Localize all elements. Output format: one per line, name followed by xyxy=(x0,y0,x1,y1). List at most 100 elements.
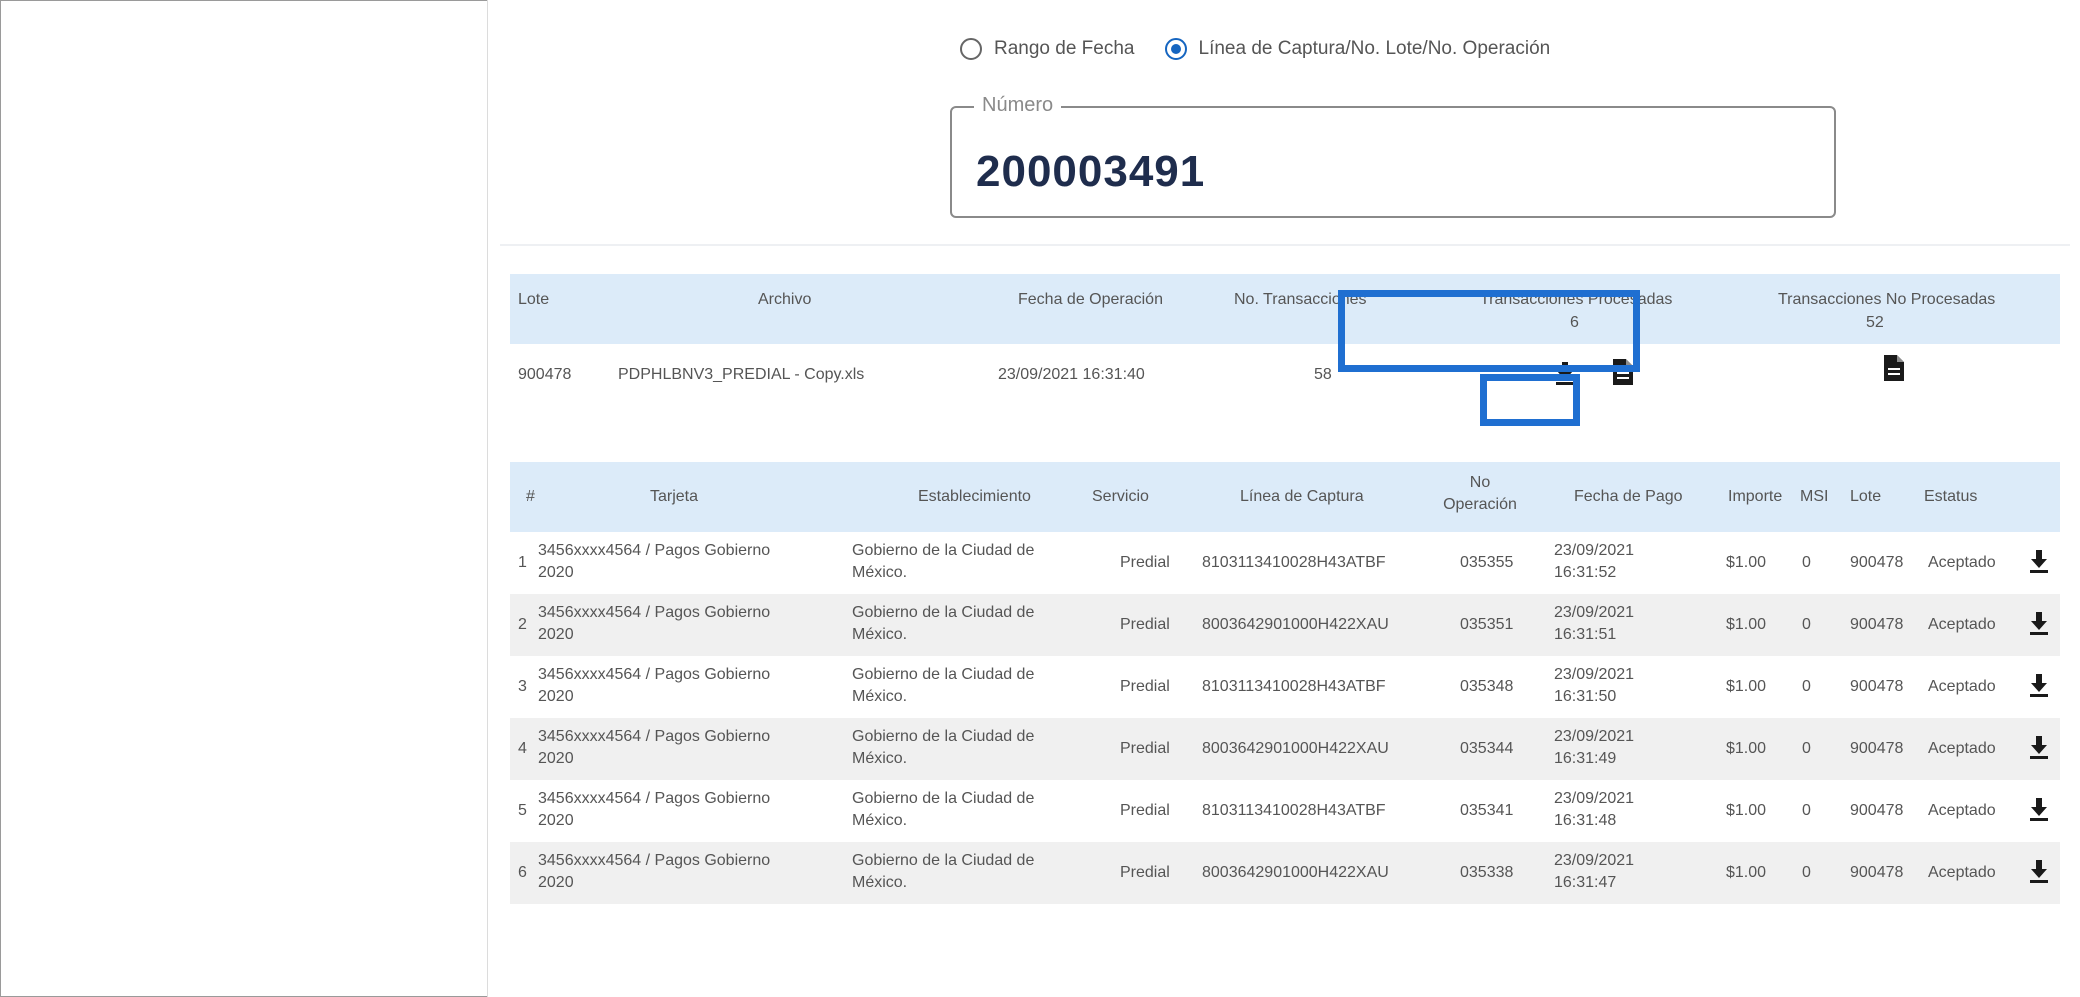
col-header-establecimiento: Establecimiento xyxy=(918,488,1031,505)
lote-cell: 900478 xyxy=(1850,802,1904,819)
radio-capture-line-label: Línea de Captura/No. Lote/No. Operación xyxy=(1198,38,1551,59)
col-header-archivo: Archivo xyxy=(758,291,812,308)
tarjeta-cell: 3456xxxx4564 / Pagos Gobierno 2020 xyxy=(538,728,771,767)
number-input[interactable] xyxy=(974,146,1678,198)
servicio-cell: Predial xyxy=(1120,554,1170,571)
lote-table-row: 900478 PDPHLBNV3_PREDIAL - Copy.xls 23/0… xyxy=(510,344,2060,404)
fecha-pago-cell: 23/09/2021 16:31:49 xyxy=(1554,728,1635,767)
table-row: 6 3456xxxx4564 / Pagos Gobierno 2020 Gobie… xyxy=(510,842,2060,904)
msi-cell: 0 xyxy=(1802,864,1811,881)
col-header-lote: Lote xyxy=(518,291,550,308)
servicio-cell: Predial xyxy=(1120,864,1170,881)
linea-captura-cell: 8003642901000H422XAU xyxy=(1202,616,1389,633)
establecimiento-cell: Gobierno de la Ciudad de México. xyxy=(852,852,1035,891)
row-number: 4 xyxy=(518,740,527,757)
table-row: 1 3456xxxx4564 / Pagos Gobierno 2020 Gobie… xyxy=(510,532,2060,594)
lote-table-header: Lote Archivo Fecha de Operación No. Tran… xyxy=(510,274,2060,344)
row-number: 1 xyxy=(518,554,527,571)
fecha-operacion-value: 23/09/2021 16:31:40 xyxy=(998,366,1145,383)
download-row-icon[interactable] xyxy=(2028,548,2050,574)
col-header-importe: Importe xyxy=(1728,488,1783,505)
no-transacciones-value: 58 xyxy=(1314,366,1332,383)
establecimiento-cell: Gobierno de la Ciudad de México. xyxy=(852,542,1035,581)
estatus-cell: Aceptado xyxy=(1928,554,1996,571)
importe-cell: $1.00 xyxy=(1726,802,1767,819)
row-number: 2 xyxy=(518,616,527,633)
lote-value: 900478 xyxy=(518,366,572,383)
servicio-cell: Predial xyxy=(1120,678,1170,695)
no-operacion-cell: 035341 xyxy=(1460,802,1514,819)
no-operacion-cell: 035338 xyxy=(1460,864,1514,881)
download-row-icon[interactable] xyxy=(2028,610,2050,636)
importe-cell: $1.00 xyxy=(1726,554,1767,571)
linea-captura-cell: 8103113410028H43ATBF xyxy=(1202,802,1386,819)
lote-cell: 900478 xyxy=(1850,616,1904,633)
table-row: 3 3456xxxx4564 / Pagos Gobierno 2020 Gobie… xyxy=(510,656,2060,718)
servicio-cell: Predial xyxy=(1120,740,1170,757)
estatus-cell: Aceptado xyxy=(1928,864,1996,881)
document-no-procesadas-icon[interactable] xyxy=(1883,354,1905,382)
tarjeta-cell: 3456xxxx4564 / Pagos Gobierno 2020 xyxy=(538,790,771,829)
fecha-pago-cell: 23/09/2021 16:31:48 xyxy=(1554,790,1635,829)
tarjeta-cell: 3456xxxx4564 / Pagos Gobierno 2020 xyxy=(538,542,771,581)
estatus-cell: Aceptado xyxy=(1928,678,1996,695)
radio-date-range-circle[interactable] xyxy=(960,38,982,60)
search-mode-radio-group: Rango de Fecha Línea de Captura/No. Lote… xyxy=(960,38,1580,60)
importe-cell: $1.00 xyxy=(1726,864,1767,881)
msi-cell: 0 xyxy=(1802,616,1811,633)
col-header-msi: MSI xyxy=(1800,488,1829,505)
col-header-linea-captura: Línea de Captura xyxy=(1240,488,1364,505)
radio-capture-line[interactable]: Línea de Captura/No. Lote/No. Operación xyxy=(1164,38,1551,60)
number-field[interactable]: Número xyxy=(950,94,1836,218)
no-operacion-cell: 035344 xyxy=(1460,740,1514,757)
fecha-pago-cell: 23/09/2021 16:31:50 xyxy=(1554,666,1635,705)
table-row: 2 3456xxxx4564 / Pagos Gobierno 2020 Gobie… xyxy=(510,594,2060,656)
col-header-num: # xyxy=(526,488,535,505)
estatus-cell: Aceptado xyxy=(1928,616,1996,633)
establecimiento-cell: Gobierno de la Ciudad de México. xyxy=(852,604,1035,643)
no-operacion-cell: 035351 xyxy=(1460,616,1514,633)
estatus-cell: Aceptado xyxy=(1928,740,1996,757)
linea-captura-cell: 8003642901000H422XAU xyxy=(1202,740,1389,757)
establecimiento-cell: Gobierno de la Ciudad de México. xyxy=(852,790,1035,829)
download-row-icon[interactable] xyxy=(2028,796,2050,822)
row-number: 6 xyxy=(518,864,527,881)
download-row-icon[interactable] xyxy=(2028,858,2050,884)
radio-date-range[interactable]: Rango de Fecha xyxy=(960,38,1135,60)
col-header-no-operacion: No Operación xyxy=(1443,474,1517,513)
no-procesadas-count: 52 xyxy=(1866,314,1884,331)
establecimiento-cell: Gobierno de la Ciudad de México. xyxy=(852,666,1035,705)
lote-cell: 900478 xyxy=(1850,740,1904,757)
msi-cell: 0 xyxy=(1802,678,1811,695)
servicio-cell: Predial xyxy=(1120,616,1170,633)
linea-captura-cell: 8103113410028H43ATBF xyxy=(1202,554,1386,571)
no-operacion-cell: 035348 xyxy=(1460,678,1514,695)
tarjeta-cell: 3456xxxx4564 / Pagos Gobierno 2020 xyxy=(538,666,771,705)
msi-cell: 0 xyxy=(1802,802,1811,819)
detail-table-header: # Tarjeta Establecimiento Servicio Línea… xyxy=(510,462,2060,532)
importe-cell: $1.00 xyxy=(1726,678,1767,695)
table-row: 4 3456xxxx4564 / Pagos Gobierno 2020 Gobie… xyxy=(510,718,2060,780)
no-operacion-cell: 035355 xyxy=(1460,554,1514,571)
col-header-fecha-pago: Fecha de Pago xyxy=(1574,488,1683,505)
establecimiento-cell: Gobierno de la Ciudad de México. xyxy=(852,728,1035,767)
tarjeta-cell: 3456xxxx4564 / Pagos Gobierno 2020 xyxy=(538,604,771,643)
section-divider xyxy=(500,244,2070,246)
number-field-label: Número xyxy=(974,94,1062,117)
download-row-icon[interactable] xyxy=(2028,734,2050,760)
tarjeta-cell: 3456xxxx4564 / Pagos Gobierno 2020 xyxy=(538,852,771,891)
table-row: 5 3456xxxx4564 / Pagos Gobierno 2020 Gobie… xyxy=(510,780,2060,842)
lote-cell: 900478 xyxy=(1850,678,1904,695)
msi-cell: 0 xyxy=(1802,554,1811,571)
col-header-lote: Lote xyxy=(1850,488,1882,505)
fecha-pago-cell: 23/09/2021 16:31:47 xyxy=(1554,852,1635,891)
linea-captura-cell: 8103113410028H43ATBF xyxy=(1202,678,1386,695)
fecha-pago-cell: 23/09/2021 16:31:51 xyxy=(1554,604,1635,643)
highlight-box-download xyxy=(1480,374,1580,426)
lote-cell: 900478 xyxy=(1850,864,1904,881)
archivo-value: PDPHLBNV3_PREDIAL - Copy.xls xyxy=(618,366,865,383)
radio-capture-line-circle[interactable] xyxy=(1164,38,1187,60)
importe-cell: $1.00 xyxy=(1726,616,1767,633)
download-row-icon[interactable] xyxy=(2028,672,2050,698)
col-header-tarjeta: Tarjeta xyxy=(650,488,699,505)
